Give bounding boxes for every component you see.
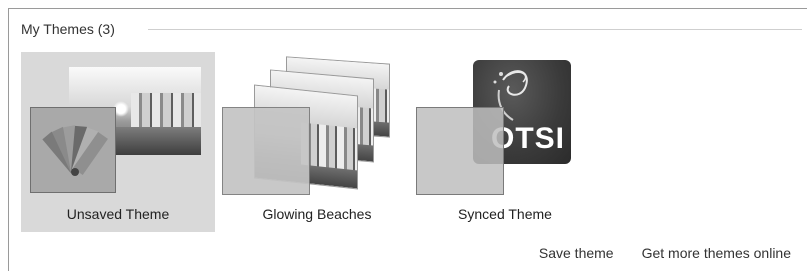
color-swatch [222, 107, 310, 195]
color-fan-icon [42, 125, 108, 176]
group-divider [148, 29, 802, 30]
save-theme-link[interactable]: Save theme [539, 245, 614, 261]
theme-tile-glowing-beaches[interactable]: Glowing Beaches [220, 52, 414, 232]
color-swatch [30, 107, 116, 193]
theme-tile-unsaved[interactable]: Unsaved Theme [21, 52, 215, 232]
color-swatch [416, 107, 504, 195]
theme-label: Synced Theme [458, 206, 552, 222]
theme-tile-synced[interactable]: OTSI Synced Theme [408, 52, 602, 232]
bottom-links: Save theme Get more themes online [539, 245, 791, 261]
get-more-themes-link[interactable]: Get more themes online [642, 245, 791, 261]
theme-label: Unsaved Theme [66, 206, 170, 222]
group-header: My Themes (3) [21, 20, 121, 38]
group-title: My Themes (3) [21, 21, 121, 37]
theme-label: Glowing Beaches [262, 206, 372, 222]
